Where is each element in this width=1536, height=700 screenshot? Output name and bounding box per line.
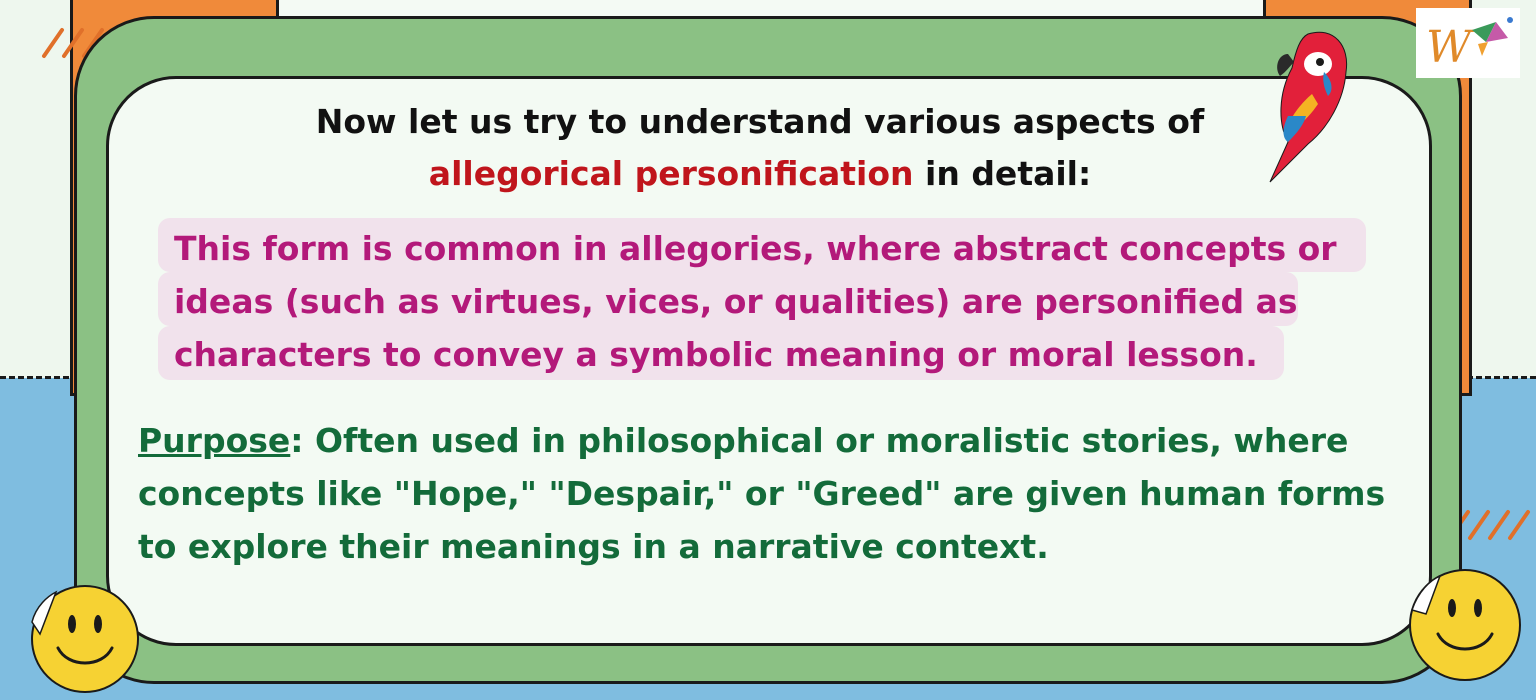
logo-icon: W <box>1416 8 1520 78</box>
smiley-icon <box>31 585 139 693</box>
heading-line-2: allegorical personification in detail: <box>200 148 1320 200</box>
smiley-icon <box>1409 569 1521 681</box>
heading-line-1: Now let us try to understand various asp… <box>315 102 1205 141</box>
section-heading: Now let us try to understand various asp… <box>200 96 1320 200</box>
purpose-paragraph: Purpose: Often used in philosophical or … <box>138 414 1398 573</box>
heading-highlight: allegorical personification <box>428 154 914 193</box>
heading-suffix: in detail: <box>913 154 1092 193</box>
definition-text: This form is common in allegories, where… <box>174 229 1337 374</box>
svg-text:W: W <box>1426 22 1475 73</box>
purpose-text: : Often used in philosophical or moralis… <box>138 421 1386 566</box>
purpose-label: Purpose <box>138 421 291 460</box>
definition-box: This form is common in allegories, where… <box>158 218 1366 382</box>
